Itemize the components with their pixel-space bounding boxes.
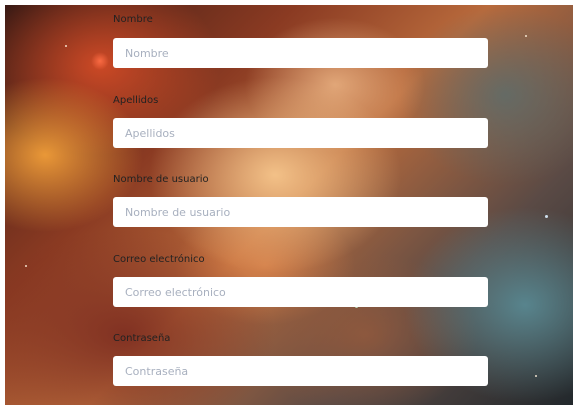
galaxy-background: Nombre Apellidos Nombre de usuario Corre… [5,5,573,405]
star [65,45,67,47]
star [535,375,537,377]
first-name-input[interactable] [113,38,488,68]
star [25,265,27,267]
first-name-label: Nombre [113,14,153,25]
password-label: Contraseña [113,333,171,344]
email-label: Correo electrónico [113,254,205,265]
email-input[interactable] [113,277,488,307]
username-input[interactable] [113,197,488,227]
star [545,215,548,218]
username-label: Nombre de usuario [113,174,209,185]
star [525,35,527,37]
password-input[interactable] [113,356,488,386]
last-name-input[interactable] [113,118,488,148]
nebula-glow [91,52,109,70]
last-name-label: Apellidos [113,95,159,106]
